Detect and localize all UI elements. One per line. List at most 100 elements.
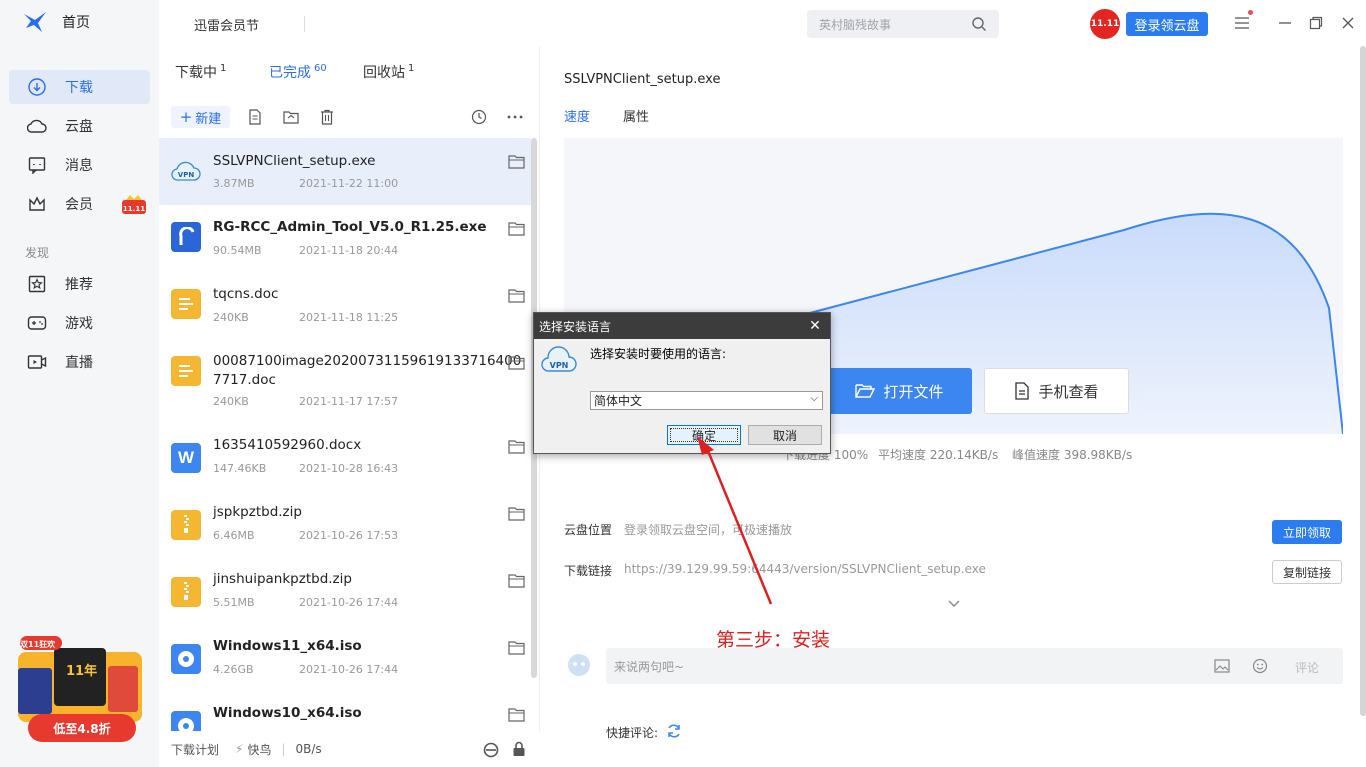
- crown-icon: [27, 194, 47, 214]
- claim-now-button[interactable]: 立即领取: [1272, 520, 1342, 544]
- open-folder-icon[interactable]: [282, 108, 300, 126]
- comment-input[interactable]: 来说两句吧~ 评论: [606, 648, 1343, 684]
- sidebar-item-live[interactable]: 直播: [9, 345, 150, 379]
- document-icon[interactable]: [246, 108, 264, 126]
- close-icon[interactable]: [1339, 14, 1357, 32]
- file-row[interactable]: Windows11_x64.iso 4.26GB 2021-10-26 17:4…: [159, 627, 531, 694]
- vip-festival-link[interactable]: 迅雷会员节: [194, 15, 259, 34]
- file-date: 2021-10-26 17:44: [299, 596, 399, 609]
- minimize-icon[interactable]: [1276, 14, 1294, 32]
- clock-icon[interactable]: [470, 108, 488, 126]
- zip-file-icon: [171, 510, 201, 540]
- login-button[interactable]: 登录领云盘: [1126, 12, 1208, 36]
- folder-open-icon: [855, 384, 876, 398]
- file-row[interactable]: 00087100image20200731159619133716400 771…: [159, 339, 531, 425]
- file-row[interactable]: jinshuipankpztbd.zip 5.51MB 2021-10-26 1…: [159, 560, 531, 627]
- emoji-icon[interactable]: [1252, 658, 1268, 674]
- file-row[interactable]: Windows10_x64.iso: [159, 694, 531, 731]
- vpn-installer-icon: VPN: [541, 346, 577, 372]
- dialog-titlebar[interactable]: 选择安装语言 ✕: [534, 313, 830, 339]
- tab-downloading[interactable]: 下载中 1: [175, 62, 226, 82]
- refresh-icon[interactable]: [666, 723, 682, 739]
- peak-speed-stat: 峰值速度 398.98KB/s: [1012, 448, 1133, 462]
- home-link[interactable]: 首页: [22, 10, 90, 34]
- promo-discount-button[interactable]: 低至4.8折: [28, 714, 136, 742]
- folder-icon[interactable]: [508, 154, 526, 170]
- file-size: 4.26GB: [213, 663, 254, 676]
- menu-icon[interactable]: [1233, 10, 1253, 32]
- file-size: 3.87MB: [213, 177, 255, 190]
- sidebar-item-download[interactable]: 下载: [9, 70, 150, 104]
- restore-icon[interactable]: [1307, 14, 1325, 32]
- avatar: [568, 654, 590, 676]
- disc-image-icon: [171, 711, 201, 731]
- more-icon[interactable]: [506, 108, 524, 126]
- copy-link-button[interactable]: 复制链接: [1272, 560, 1342, 584]
- detail-scrollbar[interactable]: [1360, 46, 1366, 716]
- file-name: tqcns.doc: [213, 286, 279, 302]
- folder-icon[interactable]: [508, 221, 526, 237]
- folder-icon[interactable]: [508, 288, 526, 304]
- folder-icon[interactable]: [508, 506, 526, 522]
- language-select[interactable]: 简体中文 ⌵: [590, 391, 823, 410]
- trash-icon[interactable]: [318, 108, 336, 126]
- star-icon: [27, 274, 47, 294]
- file-date: 2021-11-18 11:25: [299, 311, 399, 324]
- file-row[interactable]: VPN SSLVPNClient_setup.exe 3.87MB 2021-1…: [159, 138, 531, 205]
- plus-icon: +: [179, 108, 193, 126]
- home-label: 首页: [62, 15, 90, 31]
- tab-properties[interactable]: 属性: [623, 106, 649, 125]
- search-input[interactable]: 英村脑残故事: [807, 10, 999, 38]
- file-name: SSLVPNClient_setup.exe: [213, 153, 376, 169]
- sidebar-item-message[interactable]: 消息: [9, 148, 150, 182]
- file-row[interactable]: jspkpztbd.zip 6.46MB 2021-10-26 17:53: [159, 493, 531, 560]
- view-on-phone-button[interactable]: 手机查看: [984, 368, 1129, 414]
- file-name: 00087100image20200731159619133716400 771…: [213, 353, 522, 388]
- detail-file-title: SSLVPNClient_setup.exe: [564, 72, 721, 87]
- folder-icon[interactable]: [508, 707, 526, 723]
- download-link-value[interactable]: https://39.129.99.59:64443/version/SSLVP…: [624, 562, 986, 576]
- comment-submit-button[interactable]: 评论: [1295, 659, 1319, 676]
- quick-comment-label: 快捷评论:: [606, 726, 659, 740]
- cloud-location-label: 云盘位置: [564, 523, 613, 537]
- tab-completed[interactable]: 已完成 60: [269, 62, 327, 82]
- fast-bird-link[interactable]: 快鸟: [247, 741, 271, 758]
- search-icon[interactable]: [971, 16, 987, 32]
- file-size: 90.54MB: [213, 244, 262, 257]
- search-placeholder: 英村脑残故事: [819, 17, 892, 32]
- ok-button[interactable]: 确定: [667, 425, 741, 445]
- xunlei-logo-icon: [24, 12, 46, 32]
- new-task-button[interactable]: + 新建: [171, 106, 230, 128]
- sidebar-item-cloud[interactable]: 云盘: [9, 109, 150, 143]
- sidebar-item-recommend[interactable]: 推荐: [9, 267, 150, 301]
- lock-icon[interactable]: [512, 741, 526, 757]
- file-row[interactable]: tqcns.doc 240KB 2021-11-18 11:25: [159, 272, 531, 339]
- file-name: 1635410592960.docx: [213, 437, 362, 453]
- promo-badge: 双11狂欢: [20, 640, 56, 649]
- word-file-icon: W: [171, 443, 201, 473]
- tab-recycle-bin[interactable]: 回收站 1: [363, 62, 414, 82]
- sidebar-item-games[interactable]: 游戏: [9, 306, 150, 340]
- tab-speed[interactable]: 速度: [564, 106, 590, 125]
- sidebar-item-label: 推荐: [65, 277, 93, 293]
- double-eleven-badge[interactable]: 11.11: [1090, 9, 1120, 39]
- browser-icon[interactable]: [483, 742, 499, 758]
- promo-years: 11年: [66, 664, 98, 679]
- file-row[interactable]: RG-RCC_Admin_Tool_V5.0_R1.25.exe 90.54MB…: [159, 205, 531, 272]
- doc-file-icon: [171, 356, 201, 386]
- download-plan-link[interactable]: 下载计划: [171, 741, 219, 758]
- svg-text:VPN: VPN: [550, 361, 569, 370]
- open-file-button[interactable]: 打开文件: [827, 368, 972, 414]
- cloud-location-value: 登录领取云盘空间，可极速播放: [624, 523, 793, 537]
- folder-icon[interactable]: [508, 573, 526, 589]
- cancel-button[interactable]: 取消: [748, 425, 822, 445]
- avg-speed-stat: 平均速度 220.14KB/s: [878, 448, 999, 462]
- dialog-close-icon[interactable]: ✕: [806, 317, 824, 335]
- folder-icon[interactable]: [508, 355, 526, 371]
- folder-icon[interactable]: [508, 439, 526, 455]
- file-row[interactable]: W 1635410592960.docx 147.46KB 2021-10-28…: [159, 426, 531, 493]
- folder-icon[interactable]: [508, 640, 526, 656]
- annotation-step-label: 第三步：安装: [716, 629, 831, 651]
- image-icon[interactable]: [1214, 659, 1230, 673]
- chevron-down-icon[interactable]: [947, 599, 961, 609]
